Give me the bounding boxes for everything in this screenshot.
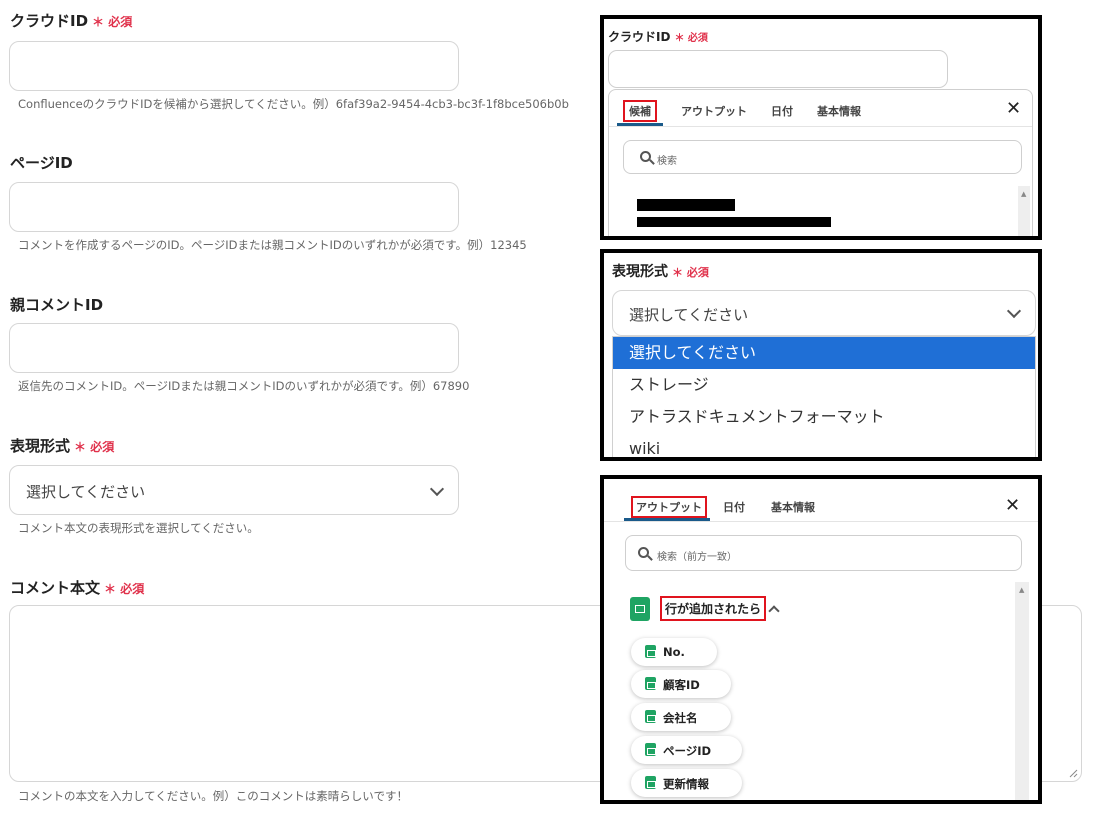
required-badge: ＊ 必須 — [74, 440, 115, 454]
sheets-icon — [645, 743, 656, 756]
sheets-icon — [645, 645, 656, 658]
cloud-id-help: ConfluenceのクラウドIDを候補から選択してください。例）6faf39a… — [18, 97, 569, 111]
sheets-icon — [645, 677, 656, 690]
search-placeholder: 検索 — [657, 156, 677, 167]
output-item[interactable]: ページID — [631, 736, 742, 764]
format-select[interactable]: 選択してください — [9, 465, 459, 515]
format-option[interactable]: ストレージ — [613, 369, 1035, 401]
tab-candidates[interactable]: 候補 — [623, 100, 657, 122]
parent-comment-id-help: 返信先のコメントID。ページIDまたは親コメントIDのいずれかが必須です。例）6… — [18, 379, 470, 393]
search-icon — [638, 547, 649, 558]
sheets-icon — [645, 710, 656, 723]
output-item[interactable]: 更新情報 — [631, 769, 742, 797]
chevron-down-icon — [1006, 303, 1022, 319]
chevron-up-icon[interactable] — [768, 605, 780, 617]
output-group-title: 行が追加されたら — [660, 596, 767, 621]
required-badge: ＊ 必須 — [92, 15, 133, 29]
panel-format-select-value: 選択してください — [629, 306, 749, 324]
sheets-icon — [630, 597, 650, 621]
output-group-header[interactable]: 行が追加されたら — [628, 595, 828, 623]
tab-date[interactable]: 日付 — [723, 499, 745, 515]
cloud-id-input[interactable] — [9, 41, 459, 91]
format-options-list: 選択してください ストレージ アトラスドキュメントフォーマット wiki — [612, 336, 1036, 457]
tab-output[interactable]: アウトプット — [681, 103, 747, 119]
format-label: 表現形式＊ 必須 — [10, 437, 115, 455]
output-scrollbar[interactable]: ▲ — [1015, 582, 1029, 800]
comment-body-label: コメント本文＊ 必須 — [10, 579, 145, 597]
format-select-value: 選択してください — [26, 483, 146, 501]
candidate-dropdown: 候補 アウトプット 日付 基本情報 ✕ 検索 ▲ — [608, 89, 1033, 236]
tab-divider — [604, 521, 1038, 522]
search-icon — [640, 151, 651, 162]
format-option[interactable]: 選択してください — [613, 337, 1035, 369]
comment-body-help: コメントの本文を入力してください。例）このコメントは素晴らしいです！ — [18, 789, 408, 803]
search-placeholder: 検索（前方一致） — [657, 552, 737, 563]
parent-comment-id-input[interactable] — [9, 323, 459, 373]
panel-format-label: 表現形式＊ 必須 — [612, 264, 709, 280]
chevron-down-icon — [429, 481, 445, 497]
candidate-scrollbar[interactable]: ▲ — [1018, 186, 1030, 236]
format-help: コメント本文の表現形式を選択してください。 — [18, 521, 259, 535]
scroll-up-icon[interactable]: ▲ — [1021, 190, 1026, 198]
page-id-help: コメントを作成するページのID。ページIDまたは親コメントIDのいずれかが必須で… — [18, 238, 527, 252]
candidate-search-input[interactable]: 検索 — [623, 140, 1022, 174]
output-item[interactable]: 会社名 — [631, 703, 731, 731]
required-badge: ＊ 必須 — [672, 266, 709, 279]
tab-basic-info[interactable]: 基本情報 — [771, 499, 815, 515]
format-dropdown-panel: 表現形式＊ 必須 選択してください 選択してください ストレージ アトラスドキュ… — [600, 249, 1042, 461]
required-badge: ＊ 必須 — [104, 582, 145, 596]
format-option[interactable]: wiki — [613, 433, 1035, 457]
redacted-candidate-title — [637, 199, 735, 211]
close-icon[interactable]: ✕ — [1006, 98, 1021, 119]
close-icon[interactable]: ✕ — [1005, 495, 1020, 516]
sheets-icon — [645, 776, 656, 789]
tab-basic-info[interactable]: 基本情報 — [817, 103, 861, 119]
page-id-input[interactable] — [9, 182, 459, 232]
panel-cloud-id-input[interactable] — [608, 50, 948, 88]
page-id-label: ページID — [10, 154, 73, 172]
tab-divider — [609, 126, 1032, 127]
output-item[interactable]: 顧客ID — [631, 670, 731, 698]
output-item[interactable]: No. — [631, 638, 717, 666]
panel-cloud-id-label: クラウドID ＊ 必須 — [608, 30, 708, 44]
parent-comment-id-label: 親コメントID — [10, 296, 104, 314]
output-selector-panel: アウトプット 日付 基本情報 ✕ 検索（前方一致） 行が追加されたら No. 顧… — [600, 475, 1042, 804]
tab-date[interactable]: 日付 — [771, 103, 793, 119]
panel-format-select[interactable]: 選択してください — [612, 290, 1036, 336]
format-option[interactable]: アトラスドキュメントフォーマット — [613, 401, 1035, 433]
scroll-up-icon[interactable]: ▲ — [1019, 586, 1024, 594]
required-badge: ＊ 必須 — [674, 33, 708, 44]
resize-handle-icon[interactable] — [1068, 768, 1078, 778]
cloud-id-candidates-panel: クラウドID ＊ 必須 候補 アウトプット 日付 基本情報 ✕ 検索 ▲ — [600, 15, 1042, 240]
cloud-id-label: クラウドID ＊ 必須 — [10, 12, 133, 30]
output-search-input[interactable]: 検索（前方一致） — [625, 535, 1022, 571]
tab-output[interactable]: アウトプット — [631, 496, 707, 518]
redacted-candidate-id — [637, 217, 831, 227]
